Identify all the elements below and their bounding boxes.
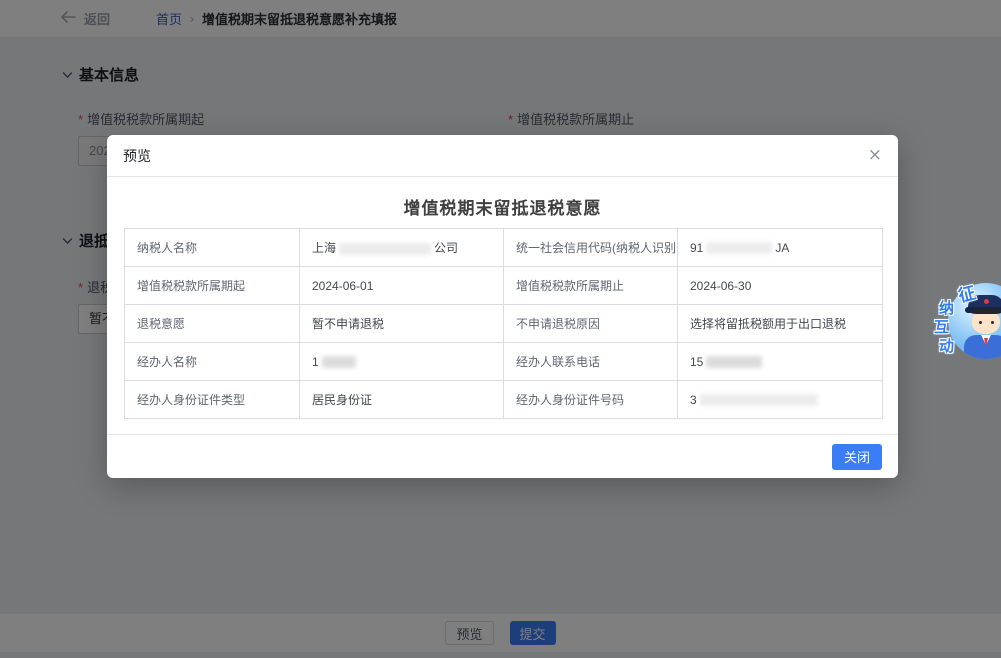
- table-row: 经办人身份证件类型 居民身份证 经办人身份证件号码 3: [125, 381, 883, 419]
- redacted-text: [700, 394, 818, 406]
- refund-will-value: 暂不申请退税: [300, 305, 504, 343]
- agent-id-type-value: 居民身份证: [300, 381, 504, 419]
- agent-id-type-label: 经办人身份证件类型: [125, 381, 300, 419]
- preview-modal: 预览 × 增值税期末留抵退税意愿 纳税人名称 上海公司 统一社会信用代码(纳税人…: [107, 135, 898, 478]
- modal-footer: 关闭: [107, 434, 898, 478]
- assistant-label-char: 纳: [939, 297, 954, 318]
- close-button[interactable]: 关闭: [832, 444, 882, 470]
- table-row: 纳税人名称 上海公司 统一社会信用代码(纳税人识别号) 91JA: [125, 229, 883, 267]
- document-title: 增值税期末留抵退税意愿: [107, 194, 898, 219]
- period-start-label: 增值税税款所属期起: [125, 267, 300, 305]
- period-end-label: 增值税税款所属期止: [504, 267, 678, 305]
- close-icon[interactable]: ×: [868, 147, 882, 164]
- redacted-text: [339, 243, 431, 255]
- redacted-text: [706, 356, 762, 368]
- modal-title: 预览: [123, 146, 151, 166]
- no-refund-reason-value: 选择将留抵税额用于出口退税: [678, 305, 883, 343]
- credit-code-label: 统一社会信用代码(纳税人识别号): [504, 229, 678, 267]
- table-row: 增值税税款所属期起 2024-06-01 增值税税款所属期止 2024-06-3…: [125, 267, 883, 305]
- taxpayer-name-label: 纳税人名称: [125, 229, 300, 267]
- redacted-text: [322, 356, 356, 368]
- agent-name-value: 1: [300, 343, 504, 381]
- modal-header: 预览 ×: [107, 135, 898, 177]
- refund-will-label: 退税意愿: [125, 305, 300, 343]
- table-row: 退税意愿 暂不申请退税 不申请退税原因 选择将留抵税额用于出口退税: [125, 305, 883, 343]
- period-start-value: 2024-06-01: [300, 267, 504, 305]
- tax-assistant-widget[interactable]: 征 纳 互 动: [930, 275, 1001, 360]
- assistant-label-char: 动: [939, 335, 954, 356]
- taxpayer-name-value: 上海公司: [300, 229, 504, 267]
- credit-code-value: 91JA: [678, 229, 883, 267]
- preview-table: 纳税人名称 上海公司 统一社会信用代码(纳税人识别号) 91JA 增值税税款所属…: [124, 228, 883, 419]
- agent-phone-value: 15: [678, 343, 883, 381]
- table-row: 经办人名称 1 经办人联系电话 15: [125, 343, 883, 381]
- agent-id-number-label: 经办人身份证件号码: [504, 381, 678, 419]
- redacted-text: [706, 242, 772, 254]
- agent-name-label: 经办人名称: [125, 343, 300, 381]
- assistant-label-char: 互: [934, 316, 949, 337]
- agent-phone-label: 经办人联系电话: [504, 343, 678, 381]
- agent-id-number-value: 3: [678, 381, 883, 419]
- period-end-value: 2024-06-30: [678, 267, 883, 305]
- no-refund-reason-label: 不申请退税原因: [504, 305, 678, 343]
